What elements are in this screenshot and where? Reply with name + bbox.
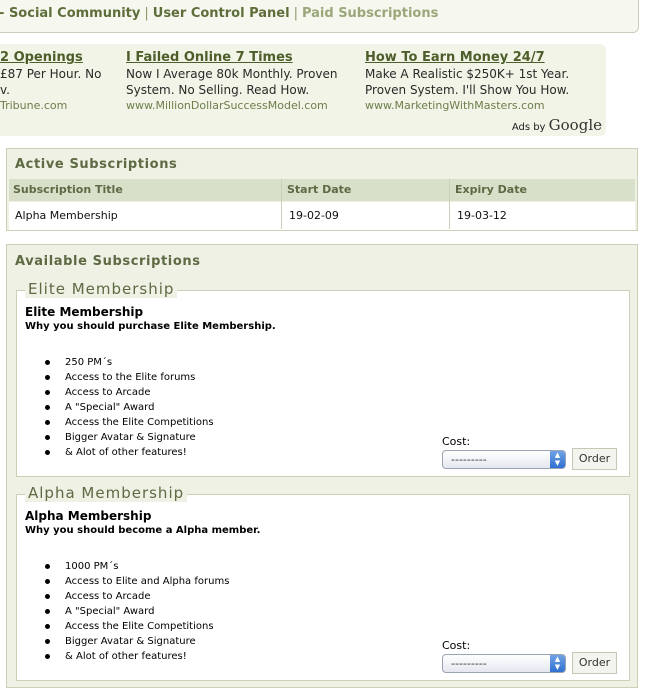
feature-item: A "Special" Award: [45, 400, 214, 415]
feature-list: 250 PM´s Access to the Elite forums Acce…: [45, 355, 214, 460]
active-subscriptions-panel: Active Subscriptions Subscription Title …: [6, 148, 638, 231]
column-header-title: Subscription Title: [13, 183, 123, 196]
plan-name: Alpha Membership: [25, 509, 152, 523]
plan-description: Why you should purchase Elite Membership…: [25, 321, 276, 332]
table-row: Alpha Membership 19-02-09 19-03-12: [9, 202, 635, 230]
fieldset-legend: Alpha Membership: [25, 484, 188, 502]
cost-select-value: ---------: [451, 657, 487, 670]
cost-select[interactable]: --------- ▲ ▼: [442, 654, 566, 673]
ad-text: System. No Selling. Read How.: [126, 83, 310, 97]
feature-item: Bigger Avatar & Signature: [45, 634, 229, 649]
start-date-cell: 19-02-09: [289, 209, 339, 222]
order-button[interactable]: Order: [572, 448, 617, 470]
feature-item: Access to Arcade: [45, 385, 214, 400]
feature-item: & Alot of other features!: [45, 649, 229, 664]
active-subscriptions-title: Active Subscriptions: [15, 157, 178, 172]
google-logo: Google: [548, 116, 602, 134]
feature-item: Access the Elite Competitions: [45, 619, 229, 634]
ad-url[interactable]: Tribune.com: [0, 98, 120, 113]
ad-text: Proven System. I'll Show You How.: [365, 83, 570, 97]
feature-item: Access to Elite and Alpha forums: [45, 574, 229, 589]
feature-item: Access to Arcade: [45, 589, 229, 604]
breadcrumb: - Social Community|User Control Panel|Pa…: [0, 6, 438, 21]
feature-item: Access the Elite Competitions: [45, 415, 214, 430]
order-button[interactable]: Order: [572, 652, 617, 674]
available-subscriptions-panel: Available Subscriptions Elite Membership…: [6, 244, 638, 688]
ad-url[interactable]: www.MarketingWithMasters.com: [365, 98, 595, 113]
ad-text: Make A Realistic $250K+ 1st Year.: [365, 67, 570, 81]
breadcrumb-link-social-community[interactable]: Social Community: [9, 6, 140, 21]
breadcrumb-link-user-control-panel[interactable]: User Control Panel: [153, 6, 290, 21]
ad-text: v.: [0, 83, 10, 97]
ads-by-label: Ads by: [511, 122, 546, 133]
feature-list: 1000 PM´s Access to Elite and Alpha foru…: [45, 559, 229, 664]
ad-text: Now I Average 80k Monthly. Proven: [126, 67, 338, 81]
column-header-start-date: Start Date: [287, 183, 352, 196]
ad-text: £87 Per Hour. No: [0, 67, 102, 81]
feature-item: 1000 PM´s: [45, 559, 229, 574]
ads-by-google[interactable]: Ads by Google: [512, 116, 602, 134]
cost-label: Cost:: [442, 435, 471, 448]
ad-title-link[interactable]: 2 Openings: [0, 49, 120, 66]
column-divider: [449, 179, 450, 229]
ad-title-link[interactable]: How To Earn Money 24/7: [365, 49, 595, 66]
select-arrows-icon: ▲ ▼: [550, 655, 565, 672]
available-subscriptions-title: Available Subscriptions: [15, 254, 201, 269]
feature-item: 250 PM´s: [45, 355, 214, 370]
cost-label: Cost:: [442, 639, 471, 652]
fieldset-legend: Elite Membership: [25, 280, 178, 298]
plan-name: Elite Membership: [25, 305, 144, 319]
column-header-expiry-date: Expiry Date: [455, 183, 527, 196]
select-arrows-icon: ▲ ▼: [550, 451, 565, 468]
ad-url[interactable]: www.MillionDollarSuccessModel.com: [126, 98, 356, 113]
ads-box: 2 Openings £87 Per Hour. No v. Tribune.c…: [0, 44, 606, 136]
alpha-membership-fieldset: Alpha Membership Alpha Membership Why yo…: [16, 484, 630, 681]
feature-item: & Alot of other features!: [45, 445, 214, 460]
breadcrumb-prefix: -: [0, 6, 4, 21]
ad-title-link[interactable]: I Failed Online 7 Times: [126, 49, 356, 66]
plan-description: Why you should become a Alpha member.: [25, 525, 261, 536]
table-header: Subscription Title Start Date Expiry Dat…: [9, 179, 635, 201]
cost-select-value: ---------: [451, 453, 487, 466]
ad-item[interactable]: How To Earn Money 24/7 Make A Realistic …: [365, 49, 595, 113]
ad-item[interactable]: 2 Openings £87 Per Hour. No v. Tribune.c…: [0, 49, 120, 113]
expiry-date-cell: 19-03-12: [457, 209, 507, 222]
elite-membership-fieldset: Elite Membership Elite Membership Why yo…: [16, 280, 630, 477]
ad-item[interactable]: I Failed Online 7 Times Now I Average 80…: [126, 49, 356, 113]
column-divider: [281, 179, 282, 229]
breadcrumb-current: Paid Subscriptions: [301, 6, 439, 21]
feature-item: Access to the Elite forums: [45, 370, 214, 385]
subscription-title-cell: Alpha Membership: [15, 209, 118, 222]
feature-item: A "Special" Award: [45, 604, 229, 619]
feature-item: Bigger Avatar & Signature: [45, 430, 214, 445]
cost-select[interactable]: --------- ▲ ▼: [442, 450, 566, 469]
breadcrumb-bar: - Social Community|User Control Panel|Pa…: [0, 0, 639, 33]
